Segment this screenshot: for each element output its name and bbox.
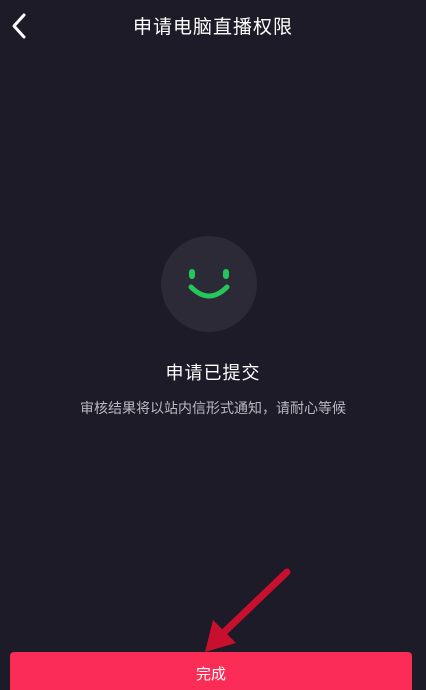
smiley-face-icon xyxy=(188,269,230,299)
annotation-arrow xyxy=(205,568,291,652)
done-button[interactable]: 完成 xyxy=(10,652,412,690)
status-description: 审核结果将以站内信形式通知，请耐心等候 xyxy=(80,401,346,417)
app-screen: 申请电脑直播权限 申请已提交 审核结果将以站内信形式通知，请耐心等候 完成 xyxy=(0,0,426,690)
navbar: 申请电脑直播权限 xyxy=(0,0,426,56)
status-icon-container xyxy=(161,236,257,332)
page-title: 申请电脑直播权限 xyxy=(132,16,293,38)
status-title: 申请已提交 xyxy=(165,363,261,384)
